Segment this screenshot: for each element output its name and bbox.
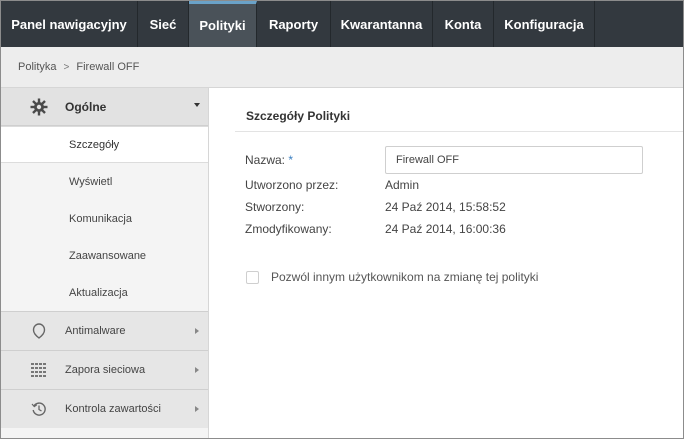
created-by-label: Utworzono przez:: [245, 178, 339, 192]
sidebar-item-szczegoly[interactable]: Szczegóły: [1, 126, 208, 163]
tab-raporty[interactable]: Raporty: [257, 1, 331, 47]
sidebar-section-ogolne[interactable]: Ogólne: [1, 88, 208, 126]
tab-konfiguracja[interactable]: Konfiguracja: [494, 1, 595, 47]
created-label: Stworzony:: [245, 200, 305, 214]
tab-polityki[interactable]: Polityki: [189, 1, 257, 47]
tab-kwarantanna[interactable]: Kwarantanna: [331, 1, 433, 47]
section-title: Szczegóły Polityki: [246, 109, 351, 123]
sidebar-item-label: Komunikacja: [69, 212, 132, 225]
chevron-right-icon: [195, 367, 199, 373]
breadcrumb: Polityka > Firewall OFF: [1, 47, 683, 88]
created-by-value: Admin: [385, 178, 420, 192]
sidebar-section-label: Antimalware: [65, 325, 126, 337]
top-navigation: Panel nawigacyjny Sieć Polityki Raporty …: [1, 1, 683, 47]
tab-label: Konfiguracja: [504, 16, 584, 32]
tab-siec[interactable]: Sieć: [138, 1, 189, 47]
history-clock-icon: [31, 402, 46, 416]
sidebar-item-label: Aktualizacja: [69, 286, 128, 299]
sidebar-item-aktualizacja[interactable]: Aktualizacja: [1, 274, 208, 311]
topnav-filler: [595, 1, 683, 47]
name-label-text: Nazwa:: [245, 153, 286, 167]
gear-icon: [30, 98, 48, 116]
tab-label: Konta: [444, 16, 482, 32]
created-value: 24 Paź 2014, 15:58:52: [385, 200, 506, 214]
breadcrumb-item-polityka[interactable]: Polityka: [18, 61, 57, 73]
required-marker: *: [288, 153, 294, 167]
shield-icon: [32, 323, 46, 339]
modified-label: Zmodyfikowany:: [245, 222, 332, 236]
modified-value: 24 Paź 2014, 16:00:36: [385, 222, 506, 236]
chevron-right-icon: [195, 328, 199, 334]
sidebar-item-wyswietl[interactable]: Wyświetl: [1, 163, 208, 200]
sidebar-item-komunikacja[interactable]: Komunikacja: [1, 200, 208, 237]
section-divider: [235, 131, 683, 132]
sidebar-item-label: Zaawansowane: [69, 249, 147, 262]
tab-panel-nawigacyjny[interactable]: Panel nawigacyjny: [1, 1, 138, 47]
tab-konta[interactable]: Konta: [433, 1, 494, 47]
firewall-grid-icon: [31, 363, 46, 377]
sidebar: Ogólne Szczegóły Wyświetl Komunikacja Za…: [1, 88, 209, 438]
sidebar-section-antimalware[interactable]: Antimalware: [1, 311, 208, 350]
app-window: Panel nawigacyjny Sieć Polityki Raporty …: [0, 0, 684, 439]
breadcrumb-separator: >: [63, 61, 70, 73]
sidebar-item-label: Szczegóły: [69, 138, 120, 151]
policy-details-panel: Szczegóły Polityki Nazwa: * Utworzono pr…: [209, 88, 683, 438]
allow-others-label[interactable]: Pozwól innym użytkownikom na zmianę tej …: [271, 270, 538, 284]
sidebar-item-label: Wyświetl: [69, 175, 113, 188]
sidebar-section-kontrola-zawartosci[interactable]: Kontrola zawartości: [1, 389, 208, 428]
caret-down-icon: [194, 103, 200, 107]
allow-others-checkbox[interactable]: [246, 271, 259, 284]
name-label: Nazwa: *: [245, 153, 293, 167]
sidebar-section-label: Zapora sieciowa: [65, 364, 146, 376]
policy-name-input[interactable]: [385, 146, 643, 174]
tab-label: Raporty: [268, 16, 319, 32]
sidebar-section-label: Ogólne: [65, 99, 107, 114]
tab-label: Sieć: [149, 16, 177, 32]
chevron-right-icon: [195, 406, 199, 412]
sidebar-item-zaawansowane[interactable]: Zaawansowane: [1, 237, 208, 274]
breadcrumb-item-current: Firewall OFF: [76, 61, 140, 73]
tab-label: Panel nawigacyjny: [11, 16, 127, 32]
tab-label: Polityki: [199, 18, 246, 33]
tab-label: Kwarantanna: [340, 16, 423, 32]
sidebar-section-label: Kontrola zawartości: [65, 403, 161, 415]
sidebar-section-zapora-sieciowa[interactable]: Zapora sieciowa: [1, 350, 208, 389]
